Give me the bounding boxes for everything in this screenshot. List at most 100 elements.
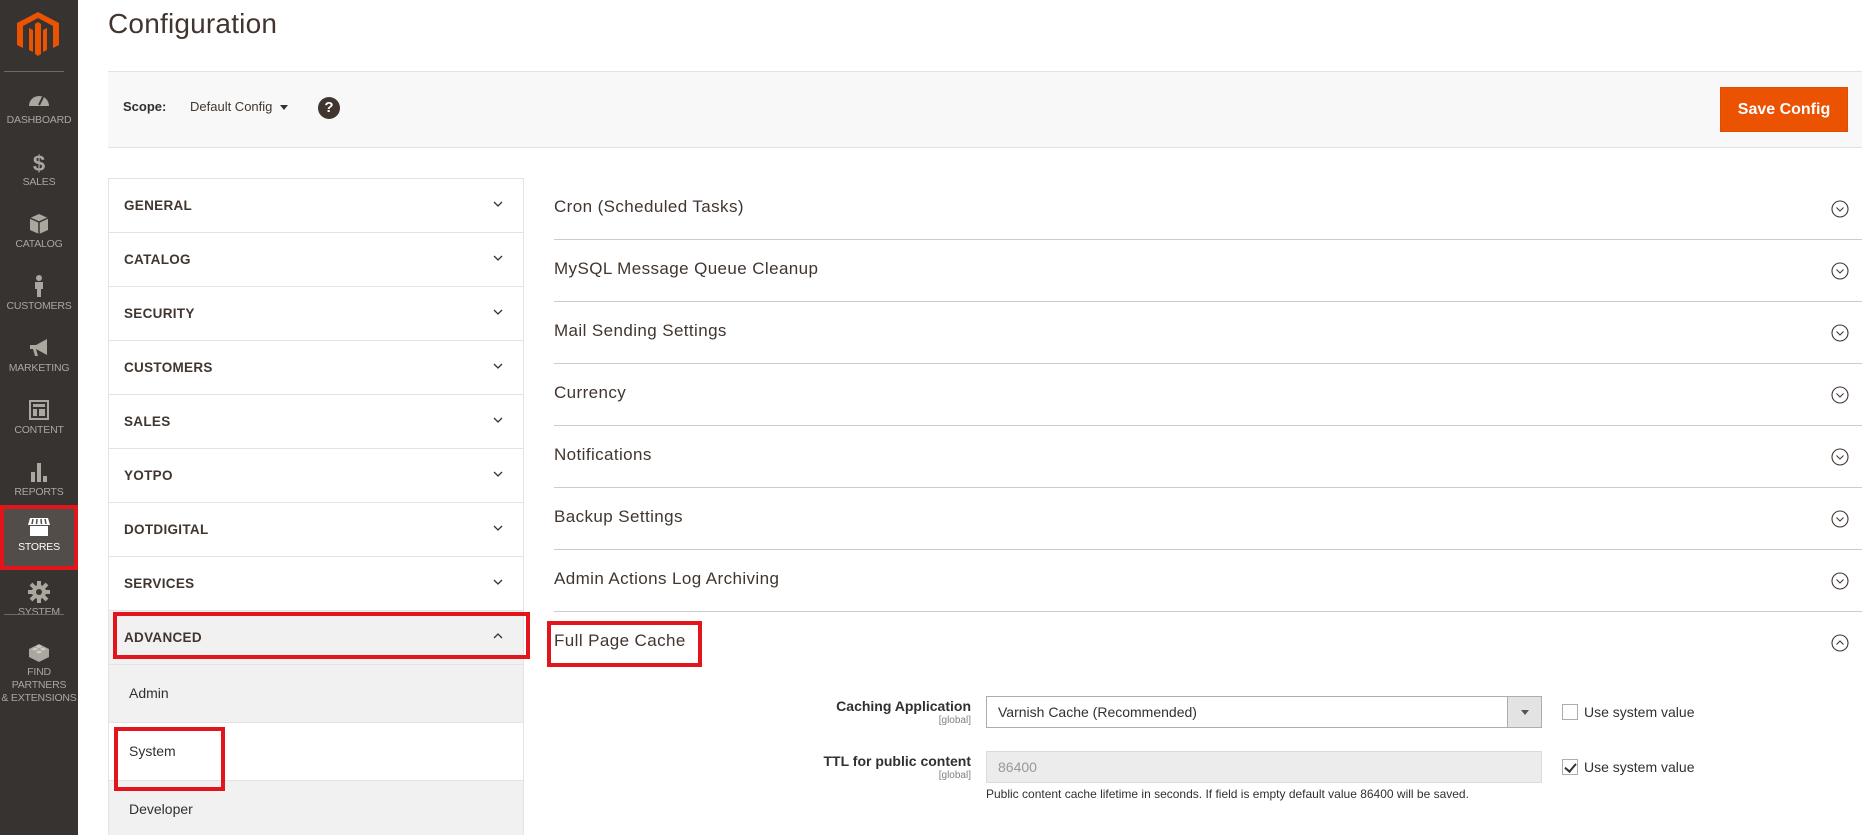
nav-item-find-partners[interactable]: FIND PARTNERS & EXTENSIONS bbox=[0, 634, 78, 704]
chevron-circle-down-icon bbox=[1831, 386, 1849, 404]
box-icon bbox=[29, 214, 49, 234]
save-config-button[interactable]: Save Config bbox=[1720, 87, 1848, 132]
nav-label: & EXTENSIONS bbox=[1, 692, 77, 704]
tab-label: SECURITY bbox=[124, 306, 195, 321]
megaphone-icon bbox=[30, 339, 47, 356]
nav-item-stores[interactable]: STORES bbox=[0, 505, 78, 570]
sidebar-divider bbox=[4, 71, 64, 72]
checkbox-label: Use system value bbox=[1584, 759, 1695, 775]
scope-label: Scope: bbox=[123, 99, 167, 114]
tab-sales[interactable]: SALES bbox=[109, 395, 523, 449]
nav-label: REPORTS bbox=[14, 486, 64, 498]
tab-catalog[interactable]: CATALOG bbox=[109, 233, 523, 287]
section-cron[interactable]: Cron (Scheduled Tasks) bbox=[554, 178, 1862, 240]
chevron-down-icon bbox=[493, 525, 503, 531]
section-notifications[interactable]: Notifications bbox=[554, 426, 1862, 488]
subtab-label: Developer bbox=[129, 801, 193, 817]
section-admin-actions-log[interactable]: Admin Actions Log Archiving bbox=[554, 550, 1862, 612]
field-scope: [global] bbox=[938, 770, 971, 781]
chevron-circle-up-icon bbox=[1831, 634, 1849, 652]
use-system-value-checkbox[interactable]: Use system value bbox=[1562, 704, 1694, 720]
checkbox-label: Use system value bbox=[1584, 704, 1695, 720]
field-scope: [global] bbox=[938, 715, 971, 726]
section-title: Cron (Scheduled Tasks) bbox=[554, 197, 744, 216]
nav-item-customers[interactable]: CUSTOMERS bbox=[0, 268, 78, 330]
section-currency[interactable]: Currency bbox=[554, 364, 1862, 426]
tab-advanced[interactable]: ADVANCED bbox=[109, 611, 523, 665]
nav-label: MARKETING bbox=[8, 362, 70, 374]
tab-label: CUSTOMERS bbox=[124, 360, 213, 375]
subtab-developer[interactable]: Developer bbox=[109, 781, 523, 835]
chevron-down-icon bbox=[493, 417, 503, 423]
chevron-circle-down-icon bbox=[1831, 324, 1849, 342]
chevron-circle-down-icon bbox=[1831, 448, 1849, 466]
nav-label: CONTENT bbox=[14, 424, 64, 436]
admin-sidebar: DASHBOARD $ SALES CATALOG CUSTOMERS MARK… bbox=[0, 0, 78, 835]
use-system-value-checkbox[interactable]: Use system value bbox=[1562, 759, 1694, 775]
subtab-label: Admin bbox=[129, 685, 169, 701]
svg-text:$: $ bbox=[33, 151, 45, 174]
chevron-down-icon bbox=[493, 471, 503, 477]
nav-item-content[interactable]: CONTENT bbox=[0, 392, 78, 454]
magento-logo[interactable] bbox=[17, 12, 59, 56]
chevron-down-icon bbox=[493, 255, 503, 261]
gear-icon bbox=[28, 581, 50, 603]
chevron-down-icon bbox=[493, 363, 503, 369]
chevron-circle-down-icon bbox=[1831, 572, 1849, 590]
checkbox-unchecked[interactable] bbox=[1562, 704, 1578, 720]
nav-label: SALES bbox=[22, 176, 56, 188]
section-full-page-cache[interactable]: Full Page Cache bbox=[554, 612, 1862, 674]
ttl-input[interactable]: 86400 bbox=[986, 751, 1542, 783]
select-value: Varnish Cache (Recommended) bbox=[998, 704, 1197, 720]
tab-general[interactable]: GENERAL bbox=[109, 179, 523, 233]
config-sections: Cron (Scheduled Tasks) MySQL Message Que… bbox=[554, 178, 1862, 674]
nav-item-sales[interactable]: $ SALES bbox=[0, 144, 78, 206]
nav-label: CATALOG bbox=[15, 238, 63, 250]
section-title: Currency bbox=[554, 383, 627, 402]
section-backup-settings[interactable]: Backup Settings bbox=[554, 488, 1862, 550]
chevron-down-icon bbox=[493, 309, 503, 315]
nav-label: SYSTEM bbox=[18, 606, 60, 618]
tab-label: SALES bbox=[124, 414, 171, 429]
field-note: Public content cache lifetime in seconds… bbox=[986, 787, 1469, 801]
section-mail-sending[interactable]: Mail Sending Settings bbox=[554, 302, 1862, 364]
dollar-icon: $ bbox=[33, 151, 45, 174]
chevron-down-icon bbox=[493, 579, 503, 585]
nav-label: CUSTOMERS bbox=[6, 300, 72, 312]
config-tabs: GENERAL CATALOG SECURITY CUSTOMERS SALES… bbox=[108, 178, 524, 835]
subtab-label: System bbox=[129, 743, 176, 759]
checkbox-checked[interactable] bbox=[1562, 759, 1578, 775]
nav-item-system[interactable]: SYSTEM bbox=[0, 574, 78, 636]
nav-item-catalog[interactable]: CATALOG bbox=[0, 206, 78, 268]
tab-label: ADVANCED bbox=[124, 630, 202, 645]
subtab-admin[interactable]: Admin bbox=[109, 665, 523, 723]
section-title: Notifications bbox=[554, 445, 652, 464]
help-icon[interactable]: ? bbox=[318, 97, 340, 119]
section-title: Admin Actions Log Archiving bbox=[554, 569, 780, 588]
tab-dotdigital[interactable]: DOTDIGITAL bbox=[109, 503, 523, 557]
sidebar-divider bbox=[4, 614, 64, 615]
layout-icon bbox=[29, 400, 49, 420]
field-label: Caching Application bbox=[836, 698, 971, 714]
caret-down-icon bbox=[280, 105, 289, 111]
tab-services[interactable]: SERVICES bbox=[109, 557, 523, 611]
nav-label: FIND PARTNERS bbox=[11, 666, 67, 691]
chevron-circle-down-icon bbox=[1831, 262, 1849, 280]
tab-label: SERVICES bbox=[124, 576, 195, 591]
person-icon bbox=[35, 275, 43, 297]
scope-bar: Scope: Default Config ? Save Config bbox=[108, 71, 1862, 148]
tab-yotpo[interactable]: YOTPO bbox=[109, 449, 523, 503]
chevron-circle-down-icon bbox=[1831, 200, 1849, 218]
section-title: MySQL Message Queue Cleanup bbox=[554, 259, 819, 278]
caching-application-select[interactable]: Varnish Cache (Recommended) bbox=[986, 696, 1542, 728]
tab-security[interactable]: SECURITY bbox=[109, 287, 523, 341]
nav-item-dashboard[interactable]: DASHBOARD bbox=[0, 82, 78, 144]
storefront-icon bbox=[28, 518, 50, 536]
tab-customers[interactable]: CUSTOMERS bbox=[109, 341, 523, 395]
scope-switcher[interactable]: Default Config bbox=[190, 99, 289, 114]
nav-item-marketing[interactable]: MARKETING bbox=[0, 330, 78, 392]
caret-down-icon bbox=[1507, 697, 1541, 727]
subtab-system[interactable]: System bbox=[109, 723, 523, 781]
bar-chart-icon bbox=[31, 463, 47, 482]
section-mysql-queue-cleanup[interactable]: MySQL Message Queue Cleanup bbox=[554, 240, 1862, 302]
